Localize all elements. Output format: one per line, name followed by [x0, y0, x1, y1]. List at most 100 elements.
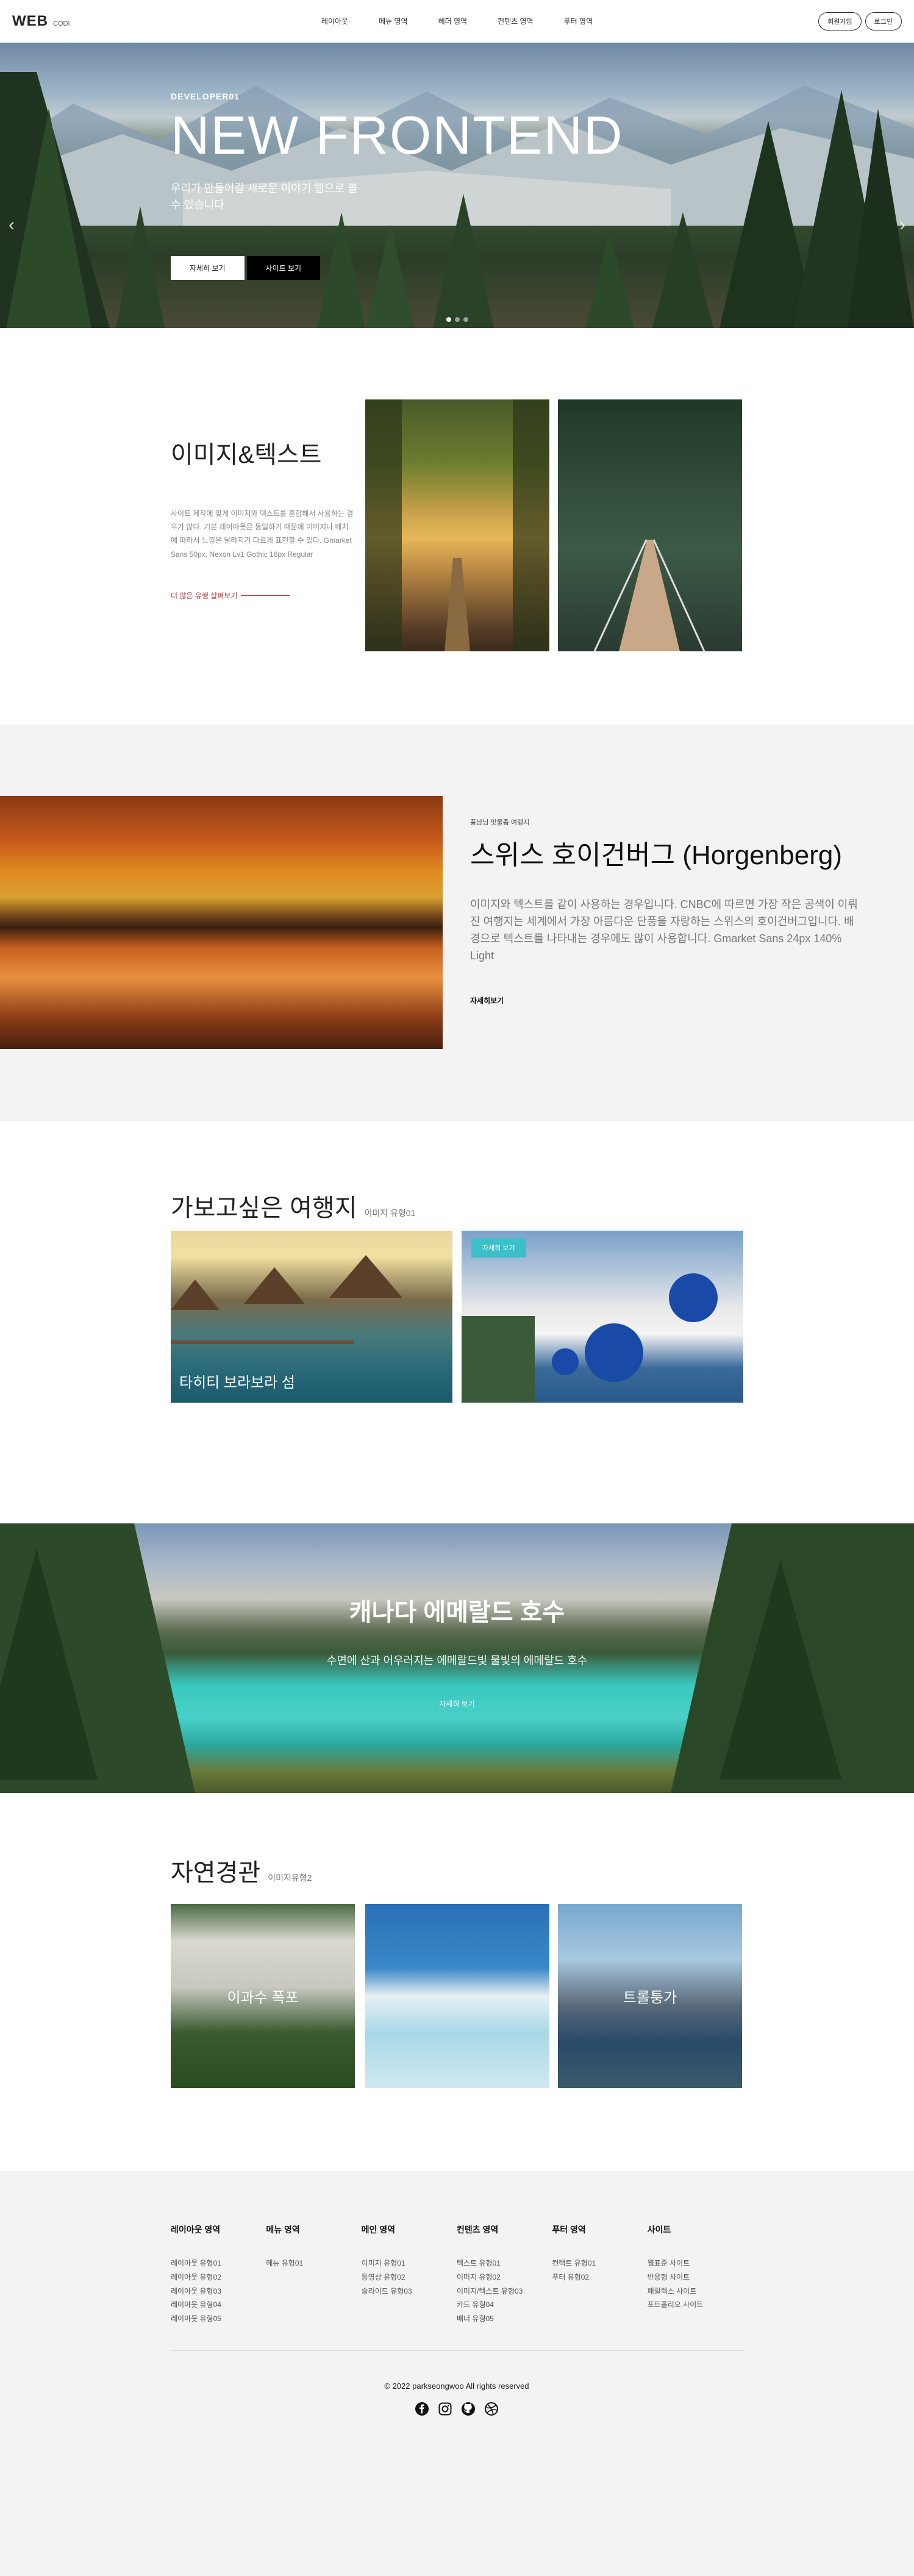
footer-columns: 레이아웃 영역 레이아웃 유형01 레이아웃 유형02 레이아웃 유형03 레이… — [171, 2224, 743, 2326]
footer-link[interactable]: 컨택트 유형01 — [552, 2256, 647, 2270]
more-link-label: 더 많은 유행 살펴보기 — [171, 591, 238, 600]
hero-title: NEW FRONTEND — [171, 105, 624, 165]
instagram-icon[interactable] — [438, 2402, 452, 2416]
swiss-content: 풍남님 맛울좀 여행지 스위스 호이건버그 (Horgenberg) 이미지와 … — [470, 817, 860, 1006]
swiss-detail-link[interactable]: 자세히보기 — [470, 996, 504, 1005]
canada-detail-link[interactable]: 자세히 보기 — [439, 1700, 475, 1708]
image-text-content: 이미지&텍스트 사이트 제작에 맞게 이미지와 텍스트를 혼합해서 사용하는 경… — [171, 435, 354, 601]
nature-title: 자연경관 — [171, 1859, 261, 1886]
footer-column-footer: 푸터 영역 컨택트 유형01 푸터 유형02 — [552, 2224, 647, 2326]
more-link[interactable]: 더 많은 유행 살펴보기 — [171, 590, 354, 601]
footer-link[interactable]: 메뉴 유형01 — [266, 2256, 361, 2270]
footer-link[interactable]: 이미지 유형01 — [362, 2256, 457, 2270]
footer-column-main: 메인 영역 이미지 유형01 동영상 유형02 슬라이드 유형03 — [362, 2224, 457, 2326]
nav-item-menu[interactable]: 메뉴 영역 — [379, 16, 408, 26]
image-text-section: 이미지&텍스트 사이트 제작에 맞게 이미지와 텍스트를 혼합해서 사용하는 경… — [0, 328, 914, 724]
footer-link[interactable]: 레이아웃 유형03 — [171, 2284, 266, 2299]
santorini-card[interactable]: 자세히 보기 — [462, 1231, 743, 1403]
login-button[interactable]: 로그인 — [865, 12, 902, 30]
footer-link[interactable]: 레이아웃 유형05 — [171, 2312, 266, 2326]
detail-button[interactable]: 자세히 보기 — [171, 256, 245, 280]
card-caption: 이과수 폭포 — [227, 1989, 299, 2006]
github-icon[interactable] — [461, 2402, 476, 2416]
nav-item-content[interactable]: 컨텐츠 영역 — [498, 16, 534, 26]
copyright: © 2022 parkseongwoo All rights reserved — [384, 2381, 529, 2391]
autumn-lake-image — [0, 796, 443, 1049]
card-caption: 트롤퉁가 — [623, 1989, 677, 2006]
slider-dot[interactable] — [463, 317, 468, 322]
nav-item-footer[interactable]: 푸터 영역 — [564, 16, 593, 26]
iguazu-falls-card[interactable]: 이과수 폭포 — [171, 1904, 355, 2088]
nature-subtitle: 이미지유형2 — [268, 1873, 312, 1883]
prev-arrow-icon[interactable]: ‹ — [9, 215, 15, 235]
hero-description: 우리가 만들어갈 새로운 이야기 웹으로 볼 수 있습니다. — [171, 182, 358, 211]
detail-badge[interactable]: 자세히 보기 — [471, 1238, 526, 1258]
footer-column-site: 사이트 웹표준 사이트 반응형 사이트 패럴렉스 사이트 포트폴리오 사이트 — [648, 2224, 743, 2326]
swiss-title: 스위스 호이건버그 (Horgenberg) — [470, 840, 842, 870]
footer-column-title: 푸터 영역 — [552, 2225, 586, 2234]
hero-content: DEVELOPER01 NEW FRONTEND 우리가 만들어갈 새로운 이야… — [171, 91, 624, 280]
footer-column-title: 레이아웃 영역 — [171, 2225, 221, 2234]
footer-link[interactable]: 레이아웃 유형04 — [171, 2298, 266, 2312]
slider-dot[interactable] — [454, 317, 460, 322]
signup-button[interactable]: 회원가입 — [818, 12, 862, 30]
footer-column-title: 메인 영역 — [361, 2225, 396, 2234]
canada-description: 수면에 산과 어우러지는 에메랄드빛 물빛의 에메랄드 호수 — [326, 1655, 588, 1667]
footer-link[interactable]: 레이아웃 유형02 — [171, 2270, 266, 2284]
footer-column-menu: 메뉴 영역 메뉴 유형01 — [266, 2224, 361, 2326]
canada-banner: 캐나다 에메랄드 호수 수면에 산과 어우러지는 에메랄드빛 물빛의 에메랄드 … — [0, 1523, 914, 1793]
footer-inner: 레이아웃 영역 레이아웃 유형01 레이아웃 유형02 레이아웃 유형03 레이… — [171, 2224, 743, 2416]
footer-divider — [171, 2350, 743, 2351]
nav-item-header[interactable]: 헤더 영역 — [438, 16, 468, 26]
travel-subtitle: 이미지 유형01 — [364, 1208, 416, 1218]
travel-section: 가보고싶은 여행지 이미지 유형01 타히티 보라보라 섬 자세히 보기 — [0, 1121, 914, 1523]
travel-heading: 가보고싶은 여행지 이미지 유형01 — [171, 1188, 415, 1223]
section-title: 이미지&텍스트 — [171, 442, 322, 468]
main-nav: 레이아웃 메뉴 영역 헤더 영역 컨텐츠 영역 푸터 영역 — [321, 16, 593, 26]
footer-link[interactable]: 반응형 사이트 — [648, 2270, 743, 2284]
slider-dot[interactable] — [446, 317, 451, 322]
footer-link[interactable]: 배너 유형05 — [457, 2312, 552, 2326]
hero-eyebrow: DEVELOPER01 — [171, 91, 240, 101]
next-arrow-icon[interactable]: › — [899, 215, 905, 235]
nav-item-layout[interactable]: 레이아웃 — [321, 16, 348, 26]
footer-column-title: 사이트 — [647, 2225, 671, 2234]
logo-subtext: CODI — [53, 20, 70, 27]
swiss-section: 풍남님 맛울좀 여행지 스위스 호이건버그 (Horgenberg) 이미지와 … — [0, 724, 914, 1121]
slider-dots — [446, 317, 468, 322]
card-caption: 타히티 보라보라 섬 — [179, 1375, 295, 1391]
section-description: 사이트 제작에 맞게 이미지와 텍스트를 혼합해서 사용하는 경우가 많다. 기… — [171, 509, 354, 559]
auth-buttons: 회원가입 로그인 — [818, 12, 902, 30]
footer-column-layout: 레이아웃 영역 레이아웃 유형01 레이아웃 유형02 레이아웃 유형03 레이… — [171, 2224, 266, 2326]
site-header: WEB CODI 레이아웃 메뉴 영역 헤더 영역 컨텐츠 영역 푸터 영역 회… — [0, 0, 914, 43]
footer-link[interactable]: 레이아웃 유형01 — [171, 2256, 266, 2270]
swiss-eyebrow: 풍남님 맛울좀 여행지 — [470, 819, 530, 826]
social-links — [171, 2402, 743, 2416]
nature-section: 자연경관 이미지유형2 이과수 폭포 트롤퉁가 — [0, 1793, 914, 2171]
trolltunga-card[interactable]: 트롤퉁가 — [558, 1904, 742, 2088]
footer-link[interactable]: 슬라이드 유형03 — [362, 2284, 457, 2299]
canada-title: 캐나다 에메랄드 호수 — [349, 1599, 565, 1626]
hero-buttons: 자세히 보기 사이트 보기 — [171, 256, 624, 280]
footer-link[interactable]: 카드 유형04 — [457, 2298, 552, 2312]
footer-link[interactable]: 동영상 유형02 — [362, 2270, 457, 2284]
footer-link[interactable]: 이미지/텍스트 유형03 — [457, 2284, 552, 2299]
logo-text: WEB — [12, 12, 48, 29]
facebook-icon[interactable] — [415, 2402, 429, 2416]
pamukkale-card[interactable] — [365, 1904, 549, 2088]
bora-bora-card[interactable]: 타히티 보라보라 섬 — [171, 1231, 452, 1403]
footer-link[interactable]: 웹표준 사이트 — [648, 2256, 743, 2270]
dribbble-icon[interactable] — [484, 2402, 499, 2416]
footer-link[interactable]: 패럴렉스 사이트 — [648, 2284, 743, 2299]
footer-link[interactable]: 포트폴리오 사이트 — [648, 2298, 743, 2312]
footer-column-content: 컨텐츠 영역 텍스트 유형01 이미지 유형02 이미지/텍스트 유형03 카드… — [457, 2224, 552, 2326]
footer-link[interactable]: 푸터 유형02 — [552, 2270, 647, 2284]
logo[interactable]: WEB CODI — [12, 13, 70, 30]
bridge-image — [558, 399, 742, 651]
footer-column-title: 컨텐츠 영역 — [456, 2225, 499, 2234]
forest-path-image — [365, 399, 549, 651]
site-button[interactable]: 사이트 보기 — [246, 256, 321, 280]
footer-link[interactable]: 텍스트 유형01 — [457, 2256, 552, 2270]
footer-link[interactable]: 이미지 유형02 — [457, 2270, 552, 2284]
nature-heading: 자연경관 이미지유형2 — [171, 1853, 312, 1888]
